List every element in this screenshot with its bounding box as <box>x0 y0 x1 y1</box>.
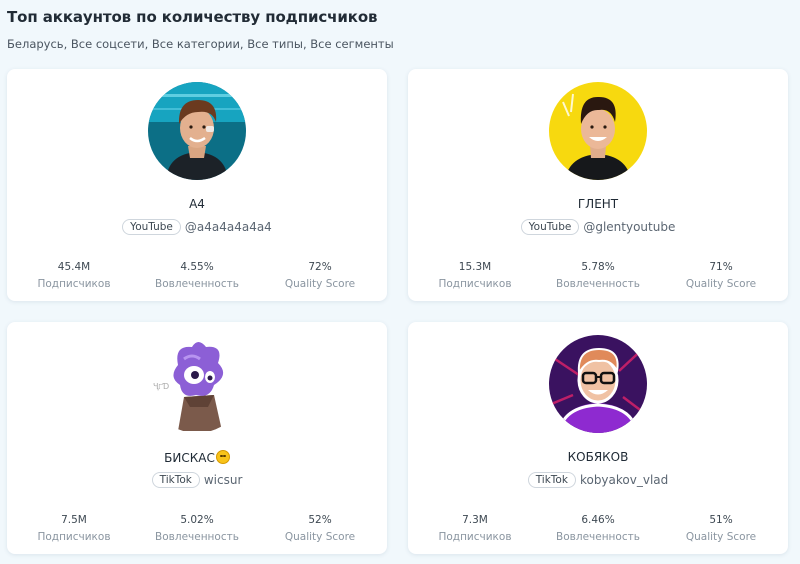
stat-value: 51% <box>709 514 733 526</box>
account-source: TikTok wicsur <box>7 472 387 488</box>
stat-quality-score: 72% Quality Score <box>260 261 380 290</box>
avatar[interactable]: Ҷ୮Ɗ <box>148 335 246 433</box>
smiling-face-icon <box>215 450 230 464</box>
header: Топ аккаунтов по количеству подписчиков <box>7 8 378 26</box>
stat-label: Подписчиков <box>438 531 512 543</box>
account-card[interactable]: Ҷ୮Ɗ БИСКАС TikTok wicsur 7.5M Подписчиков… <box>7 322 387 554</box>
stat-engagement: 5.78% Вовлеченность <box>538 261 658 290</box>
filter-summary[interactable]: Беларусь, Все соцсети, Все категории, Вс… <box>7 37 394 51</box>
stat-value: 71% <box>709 261 733 273</box>
stat-value: 52% <box>308 514 332 526</box>
account-name[interactable]: A4 <box>7 197 387 211</box>
stat-quality-score: 71% Quality Score <box>661 261 781 290</box>
stats-row: 7.5M Подписчиков 5.02% Вовлеченность 52%… <box>7 514 387 548</box>
stat-label: Подписчиков <box>37 278 111 290</box>
account-name-text: БИСКАС <box>164 451 215 465</box>
svg-text:Ҷ୮Ɗ: Ҷ୮Ɗ <box>153 382 170 391</box>
stat-label: Подписчиков <box>438 278 512 290</box>
avatar[interactable] <box>549 335 647 433</box>
stat-label: Quality Score <box>284 531 356 543</box>
stat-value: 4.55% <box>180 261 214 273</box>
account-handle[interactable]: wicsur <box>204 473 243 487</box>
stats-row: 15.3M Подписчиков 5.78% Вовлеченность 71… <box>408 261 788 295</box>
stat-value: 7.5M <box>61 514 87 526</box>
stat-subscribers: 7.5M Подписчиков <box>14 514 134 543</box>
stat-subscribers: 45.4M Подписчиков <box>14 261 134 290</box>
account-name[interactable]: КОБЯКОВ <box>408 450 788 464</box>
account-name[interactable]: БИСКАС <box>7 450 387 465</box>
stat-engagement: 6.46% Вовлеченность <box>538 514 658 543</box>
person-avatar-yellow-icon <box>549 82 647 180</box>
stats-row: 45.4M Подписчиков 4.55% Вовлеченность 72… <box>7 261 387 295</box>
stat-value: 7.3M <box>462 514 488 526</box>
person-avatar-purple-icon <box>549 335 647 433</box>
platform-badge: YouTube <box>122 219 181 235</box>
account-card[interactable]: КОБЯКОВ TikTok kobyakov_vlad 7.3M Подписч… <box>408 322 788 554</box>
stat-engagement: 5.02% Вовлеченность <box>137 514 257 543</box>
stat-label: Вовлеченность <box>155 531 239 543</box>
stat-label: Quality Score <box>685 278 757 290</box>
stat-subscribers: 7.3M Подписчиков <box>415 514 535 543</box>
stat-value: 5.02% <box>180 514 214 526</box>
account-name[interactable]: ГЛЕНТ <box>408 197 788 211</box>
stat-subscribers: 15.3M Подписчиков <box>415 261 535 290</box>
stat-label: Вовлеченность <box>556 278 640 290</box>
page-title: Топ аккаунтов по количеству подписчиков <box>7 8 378 26</box>
stat-label: Вовлеченность <box>556 531 640 543</box>
account-source: TikTok kobyakov_vlad <box>408 472 788 488</box>
account-card[interactable]: ГЛЕНТ YouTube @glentyoutube 15.3M Подписч… <box>408 69 788 301</box>
platform-badge: TikTok <box>151 472 200 488</box>
avatar[interactable] <box>148 82 246 180</box>
stat-value: 15.3M <box>458 261 492 273</box>
account-source: YouTube @glentyoutube <box>408 219 788 235</box>
stat-value: 5.78% <box>581 261 615 273</box>
stat-engagement: 4.55% Вовлеченность <box>137 261 257 290</box>
stat-value: 6.46% <box>581 514 615 526</box>
stat-label: Quality Score <box>284 278 356 290</box>
stat-value: 45.4M <box>57 261 91 273</box>
stat-quality-score: 51% Quality Score <box>661 514 781 543</box>
stat-quality-score: 52% Quality Score <box>260 514 380 543</box>
cartoon-avatar-purple-icon: Ҷ୮Ɗ <box>148 335 246 433</box>
account-source: YouTube @a4a4a4a4a4 <box>7 219 387 235</box>
platform-badge: YouTube <box>520 219 580 235</box>
account-handle[interactable]: kobyakov_vlad <box>580 473 668 487</box>
account-card[interactable]: A4 YouTube @a4a4a4a4a4 45.4M Подписчиков … <box>7 69 387 301</box>
stat-label: Quality Score <box>685 531 757 543</box>
stats-row: 7.3M Подписчиков 6.46% Вовлеченность 51%… <box>408 514 788 548</box>
account-handle[interactable]: @a4a4a4a4a4 <box>185 220 272 234</box>
person-avatar-teal-icon <box>148 82 246 180</box>
avatar[interactable] <box>549 82 647 180</box>
stat-label: Подписчиков <box>37 531 111 543</box>
stat-label: Вовлеченность <box>155 278 239 290</box>
account-handle[interactable]: @glentyoutube <box>583 220 675 234</box>
stat-value: 72% <box>308 261 332 273</box>
platform-badge: TikTok <box>527 472 576 488</box>
